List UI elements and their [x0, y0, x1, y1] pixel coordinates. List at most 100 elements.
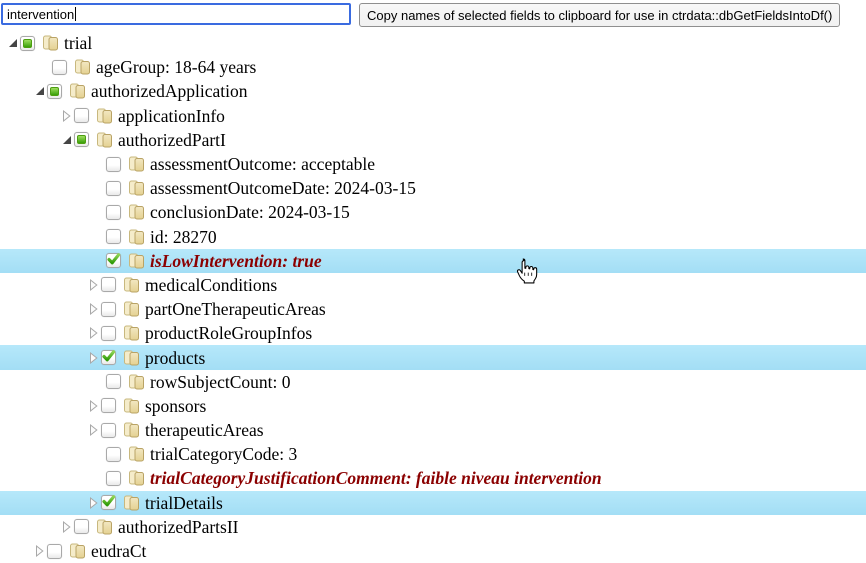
- tree-node-label: authorizedPartsII: [118, 515, 239, 539]
- tree-node-anchor[interactable]: applicationInfo: [93, 104, 228, 128]
- tree-node-anchor[interactable]: eudraCt: [66, 539, 149, 563]
- checkbox[interactable]: [74, 132, 89, 147]
- tree-node: applicationInfo: [0, 104, 866, 128]
- tree-node-label: trial: [64, 31, 92, 55]
- expander-toggle[interactable]: [86, 321, 101, 345]
- checkbox[interactable]: [106, 471, 121, 486]
- expander-toggle[interactable]: [59, 104, 74, 128]
- expander-toggle[interactable]: [86, 152, 106, 176]
- tree-node: id: 28270: [0, 225, 866, 249]
- tree-node: trialDetails: [0, 491, 866, 515]
- tree-node-anchor[interactable]: trialCategoryCode: 3: [125, 442, 300, 466]
- tree-node-anchor[interactable]: partOneTherapeuticAreas: [120, 297, 329, 321]
- tree-node-anchor[interactable]: products: [120, 345, 208, 369]
- expander-toggle[interactable]: [59, 128, 74, 152]
- folder-icon: [128, 204, 145, 220]
- checkbox[interactable]: [20, 36, 35, 51]
- tree-node: productRoleGroupInfos: [0, 321, 866, 345]
- expander-toggle[interactable]: [86, 200, 106, 224]
- tree-node-anchor[interactable]: ageGroup: 18-64 years: [71, 55, 259, 79]
- checkbox[interactable]: [101, 326, 116, 341]
- checkbox[interactable]: [106, 157, 121, 172]
- expander-toggle[interactable]: [86, 346, 101, 370]
- expander-toggle[interactable]: [32, 539, 47, 563]
- folder-icon: [123, 422, 140, 438]
- checkbox[interactable]: [106, 374, 121, 389]
- checkbox[interactable]: [106, 447, 121, 462]
- expander-toggle[interactable]: [86, 273, 101, 297]
- tree-node-label: rowSubjectCount: 0: [150, 370, 290, 394]
- expander-toggle[interactable]: [86, 249, 106, 273]
- tree-node-anchor[interactable]: therapeuticAreas: [120, 418, 267, 442]
- expand-icon: [89, 497, 98, 509]
- collapse-icon: [9, 39, 17, 47]
- tree-node-anchor[interactable]: trial: [39, 31, 95, 55]
- expand-icon: [89, 303, 98, 315]
- checkbox[interactable]: [106, 229, 121, 244]
- expander-toggle[interactable]: [5, 31, 20, 55]
- expander-toggle[interactable]: [32, 55, 52, 79]
- expander-toggle[interactable]: [86, 442, 106, 466]
- checkbox-check-icon: [102, 495, 115, 508]
- checkbox[interactable]: [101, 277, 116, 292]
- checkbox[interactable]: [106, 205, 121, 220]
- checkbox-partial-icon: [50, 87, 59, 96]
- tree-node: therapeuticAreas: [0, 418, 866, 442]
- tree-node-anchor[interactable]: authorizedApplication: [66, 79, 250, 103]
- checkbox[interactable]: [47, 84, 62, 99]
- checkbox[interactable]: [74, 108, 89, 123]
- tree-node-anchor[interactable]: authorizedPartI: [93, 128, 229, 152]
- tree-node-label: trialDetails: [145, 491, 223, 515]
- tree-node-anchor[interactable]: assessmentOutcome: acceptable: [125, 152, 378, 176]
- tree-node-anchor[interactable]: trialCategoryJustificationComment: faibl…: [125, 466, 605, 490]
- expander-toggle[interactable]: [86, 176, 106, 200]
- tree-node-anchor[interactable]: medicalConditions: [120, 273, 280, 297]
- expander-toggle[interactable]: [86, 394, 101, 418]
- checkbox[interactable]: [101, 423, 116, 438]
- tree-node-anchor[interactable]: sponsors: [120, 394, 209, 418]
- checkbox[interactable]: [52, 60, 67, 75]
- tree-node-anchor[interactable]: authorizedPartsII: [93, 515, 242, 539]
- expander-toggle[interactable]: [86, 418, 101, 442]
- checkbox[interactable]: [106, 253, 121, 268]
- checkbox[interactable]: [101, 398, 116, 413]
- tree-node: eudraCt: [0, 539, 866, 563]
- folder-icon: [74, 59, 91, 75]
- tree-node: medicalConditions: [0, 273, 866, 297]
- expander-toggle[interactable]: [86, 466, 106, 490]
- tree: trial ageGroup: 18-64 years: [0, 31, 866, 563]
- search-input[interactable]: intervention: [1, 3, 351, 25]
- tree-node-label: authorizedApplication: [91, 79, 247, 103]
- checkbox[interactable]: [106, 181, 121, 196]
- checkbox-check-icon: [102, 350, 115, 363]
- checkbox[interactable]: [74, 519, 89, 534]
- checkbox-partial-icon: [23, 39, 32, 48]
- tree-node-label: trialCategoryCode: 3: [150, 442, 297, 466]
- folder-icon: [96, 519, 113, 535]
- expander-toggle[interactable]: [32, 79, 47, 103]
- expander-toggle[interactable]: [86, 491, 101, 515]
- checkbox[interactable]: [101, 350, 116, 365]
- expand-icon: [89, 352, 98, 364]
- expander-toggle[interactable]: [86, 225, 106, 249]
- tree-node-anchor[interactable]: id: 28270: [125, 225, 220, 249]
- tree-node-label: therapeuticAreas: [145, 418, 264, 442]
- checkbox[interactable]: [101, 302, 116, 317]
- expander-toggle[interactable]: [86, 297, 101, 321]
- tree-node-anchor[interactable]: isLowIntervention: true: [125, 249, 325, 273]
- tree-node-label: medicalConditions: [145, 273, 277, 297]
- tree-node-anchor[interactable]: trialDetails: [120, 491, 226, 515]
- tree-node-anchor[interactable]: assessmentOutcomeDate: 2024-03-15: [125, 176, 419, 200]
- expand-icon: [89, 279, 98, 291]
- checkbox[interactable]: [101, 495, 116, 510]
- expander-toggle[interactable]: [59, 515, 74, 539]
- tree-node-anchor[interactable]: rowSubjectCount: 0: [125, 370, 293, 394]
- tree-node-anchor[interactable]: conclusionDate: 2024-03-15: [125, 200, 353, 224]
- expand-icon: [62, 110, 71, 122]
- expander-toggle[interactable]: [86, 370, 106, 394]
- tree-node: assessmentOutcome: acceptable: [0, 152, 866, 176]
- tree-node-anchor[interactable]: productRoleGroupInfos: [120, 321, 315, 345]
- tree-node-label: isLowIntervention: true: [150, 249, 322, 273]
- folder-icon: [123, 398, 140, 414]
- copy-fields-button[interactable]: Copy names of selected fields to clipboa…: [359, 3, 840, 27]
